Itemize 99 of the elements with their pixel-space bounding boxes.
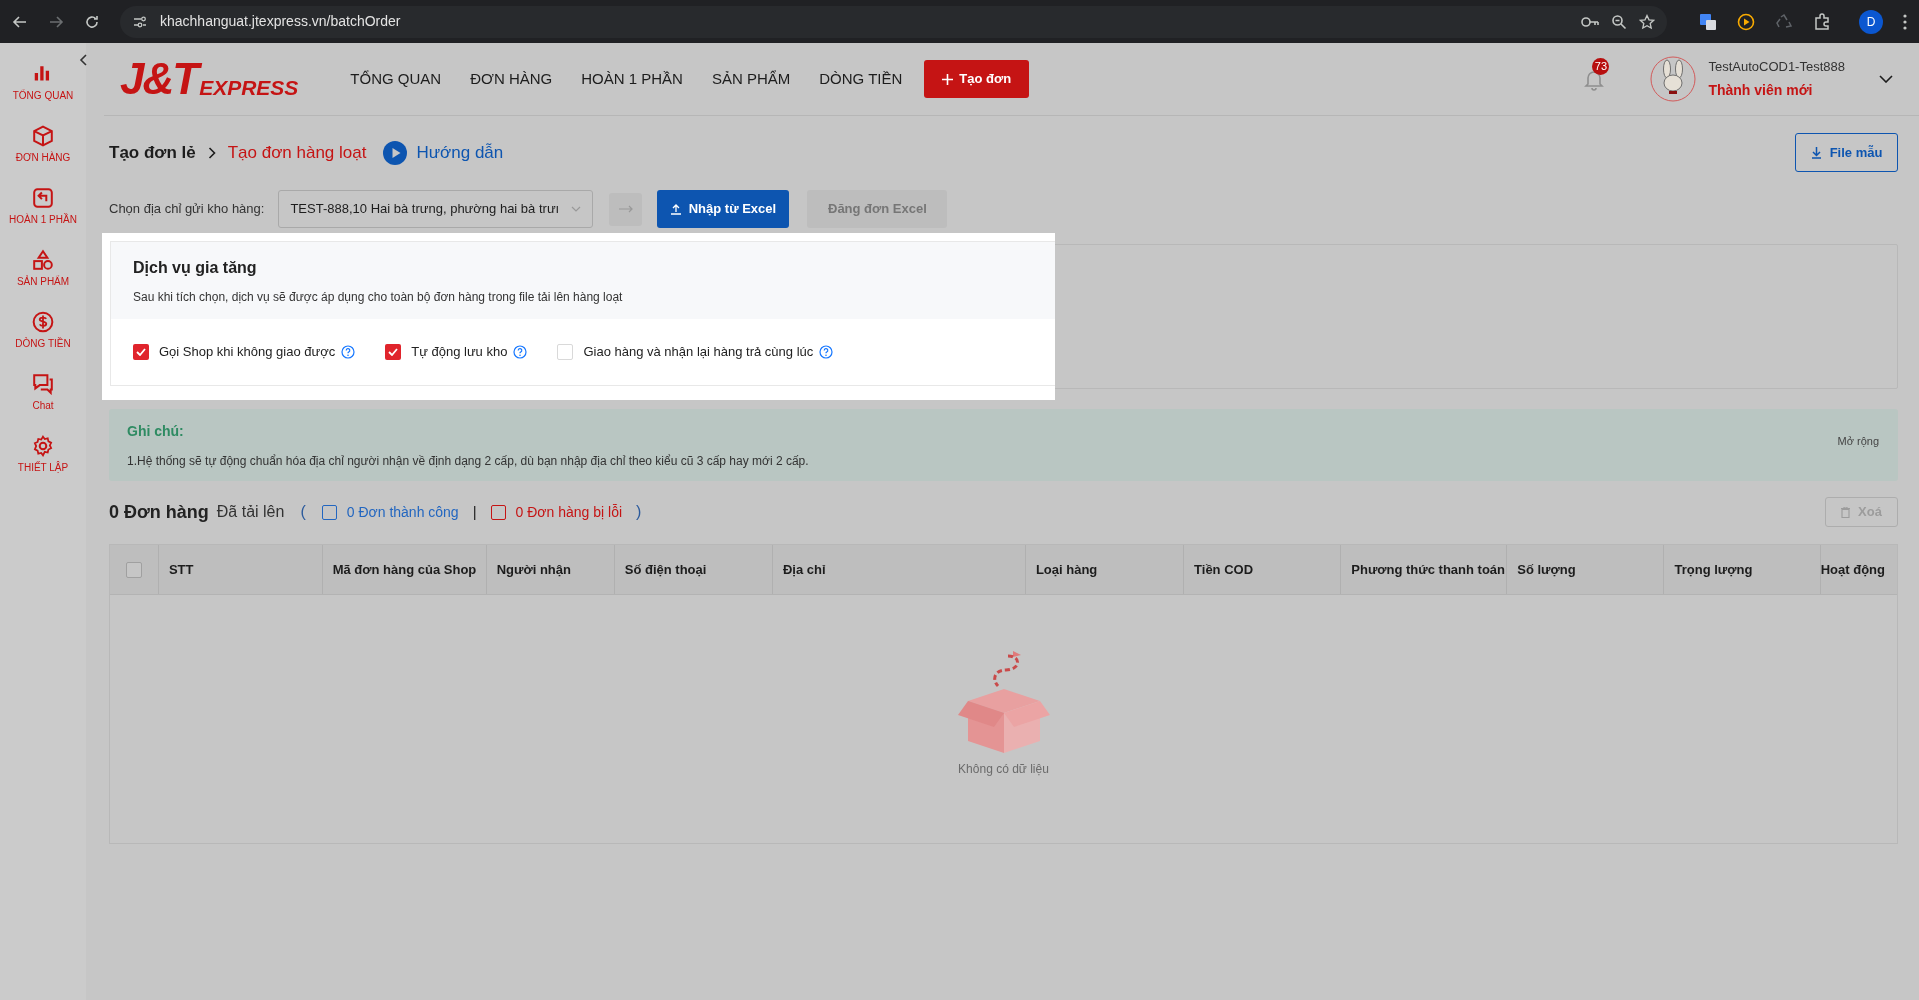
column-header: STT (168, 560, 194, 579)
checkbox[interactable] (490, 504, 506, 520)
file-template-button[interactable]: File mẫu (1795, 133, 1898, 172)
settings-icon (32, 435, 54, 457)
dollar-icon (32, 311, 54, 333)
service-option[interactable]: Gọi Shop khi không giao được (133, 342, 356, 362)
star-icon[interactable] (1639, 13, 1655, 30)
forward-icon[interactable] (48, 13, 64, 30)
download-icon (1810, 146, 1822, 159)
help-icon (819, 345, 834, 359)
nav-link[interactable]: DÒNG TIỀN (819, 67, 903, 91)
column-header: Phương thức thanh toán (1351, 560, 1505, 579)
chat-icon (32, 373, 54, 395)
back-icon[interactable] (12, 13, 28, 30)
import-button[interactable]: Nhập từ Excel (657, 190, 790, 228)
sidebar-item-label: TỔNG QUAN (12, 90, 74, 102)
chevron-right-icon (207, 146, 216, 159)
sidebar-item-label: THIẾT LẬP (17, 462, 69, 474)
arrow-right-icon (618, 205, 633, 213)
service-option[interactable]: Giao hàng và nhận lại hàng trả cùng lúc (557, 342, 834, 362)
breadcrumb-link[interactable]: Tạo đơn lẻ (109, 139, 196, 166)
extensions-icon[interactable] (1813, 12, 1831, 31)
column-header: Trọng lượng (1674, 560, 1753, 579)
service-option[interactable]: Tự động lưu kho (385, 342, 528, 362)
parenthesis: ) (636, 502, 642, 522)
logo[interactable]: J&TEXPRESS (120, 59, 299, 99)
sidebar-item[interactable]: SẢN PHẨM (1, 249, 85, 288)
checkmark-icon (136, 348, 146, 356)
trash-icon (1841, 506, 1851, 518)
help-icon (341, 345, 356, 359)
note-title: Ghi chú: (127, 421, 184, 441)
column-header: Loại hàng (1035, 560, 1098, 579)
nav-link[interactable]: SẢN PHẨM (711, 67, 791, 91)
profile-avatar[interactable]: D (1859, 9, 1883, 34)
sidebar-item[interactable]: Chat (1, 373, 85, 412)
chevron-down-icon (571, 206, 582, 212)
checkbox[interactable] (385, 344, 402, 360)
more-menu-icon[interactable] (1903, 13, 1907, 30)
warehouse-label: Chọn địa chỉ gửi kho hàng: (109, 200, 265, 219)
column-header: Tiền COD (1194, 560, 1254, 579)
sidebar-item[interactable]: HOÀN 1 PHẦN (1, 187, 85, 226)
shapes-icon (32, 249, 54, 271)
column-header: Địa chỉ (782, 560, 826, 579)
bell-icon[interactable] (1584, 69, 1605, 91)
column-header: Người nhận (496, 560, 571, 579)
sidebar-item[interactable]: DÒNG TIỀN (1, 311, 85, 350)
play-extension-icon[interactable] (1737, 12, 1755, 31)
plus-icon (942, 73, 954, 85)
rabbit-avatar[interactable] (1650, 56, 1697, 102)
column-header: Số điện thoại (624, 560, 707, 579)
collapse-icon[interactable] (78, 53, 88, 67)
play-icon (383, 140, 408, 165)
sidebar-item[interactable]: TỔNG QUAN (1, 63, 85, 102)
separator: | (472, 501, 477, 522)
column-header: Số lượng (1517, 560, 1576, 579)
column-header: Mã đơn hàng của Shop (332, 560, 477, 579)
order-count: 0 Đơn hàng (109, 500, 209, 524)
create-order-button[interactable]: Tạo đơn (924, 60, 1030, 98)
translate-extension-icon[interactable] (1699, 12, 1717, 31)
upload-icon (670, 203, 681, 215)
sidebar-item-label: HOÀN 1 PHẦN (9, 214, 77, 226)
box-icon (32, 125, 54, 147)
sidebar-item[interactable]: ĐƠN HÀNG (1, 125, 85, 164)
uploaded-label: Đã tải lên (216, 502, 285, 522)
sidebar-item-label: DÒNG TIỀN (15, 338, 71, 350)
breadcrumb-link[interactable]: Tạo đơn hàng loạt (227, 139, 367, 166)
failed-filter[interactable]: 0 Đơn hàng bị lỗi (490, 501, 623, 523)
nav-link[interactable]: ĐƠN HÀNG (470, 67, 553, 91)
help-icon (513, 345, 528, 359)
column-header: Hoạt động (1820, 560, 1885, 579)
sidebar-item-label: Chat (32, 400, 54, 412)
user-name: TestAutoCOD1-Test888 (1708, 58, 1845, 77)
key-icon (1581, 14, 1599, 29)
sidebar-item[interactable]: THIẾT LẬP (1, 435, 85, 474)
section-subtitle: Sau khi tích chọn, dịch vụ sẽ được áp dụng cho toàn bộ đơn hàng trong file tải lên hàng loạt (133, 289, 624, 306)
parenthesis: ( (300, 502, 306, 522)
return-icon (32, 187, 54, 209)
reload-icon[interactable] (84, 13, 100, 30)
sidebar-item-label: SẢN PHẨM (16, 276, 70, 288)
nav-link[interactable]: HOÀN 1 PHẦN (581, 67, 683, 91)
select-all-checkbox[interactable] (125, 561, 142, 578)
empty-state-text: Không có dữ liệu (958, 761, 1049, 778)
checkmark-icon (388, 348, 399, 356)
sidebar-item-label: ĐƠN HÀNG (15, 152, 71, 164)
address-bar[interactable]: khachhanguat.jtexpress.vn/batchOrder (120, 5, 1667, 38)
warehouse-select[interactable]: TEST-888,10 Hai bà trưng, phường hai bà trưı (278, 190, 594, 228)
chevron-down-icon[interactable] (1879, 75, 1893, 83)
zoom-icon[interactable] (1611, 13, 1627, 30)
member-tier-label: Thành viên mới (1708, 80, 1814, 100)
section-title: Dịch vụ gia tăng (133, 258, 258, 278)
note-text: 1.Hệ thống sẽ tự động chuẩn hóa địa chỉ người nhận về định dạng 2 cấp, dù bạn nhập địa chỉ theo kiểu cũ 3 cấp hay mới 2 cấp. (127, 452, 809, 470)
checkbox[interactable] (133, 344, 149, 360)
nav-link[interactable]: TỔNG QUAN (350, 67, 442, 91)
expand-link[interactable]: Mở rộng (1837, 433, 1879, 450)
success-filter[interactable]: 0 Đơn thành công (321, 501, 459, 523)
recycle-extension-icon[interactable] (1775, 12, 1793, 31)
guide-link[interactable]: Hướng dẫn (383, 139, 504, 166)
notification-badge: 73 (1592, 58, 1610, 75)
checkbox[interactable] (321, 504, 337, 520)
